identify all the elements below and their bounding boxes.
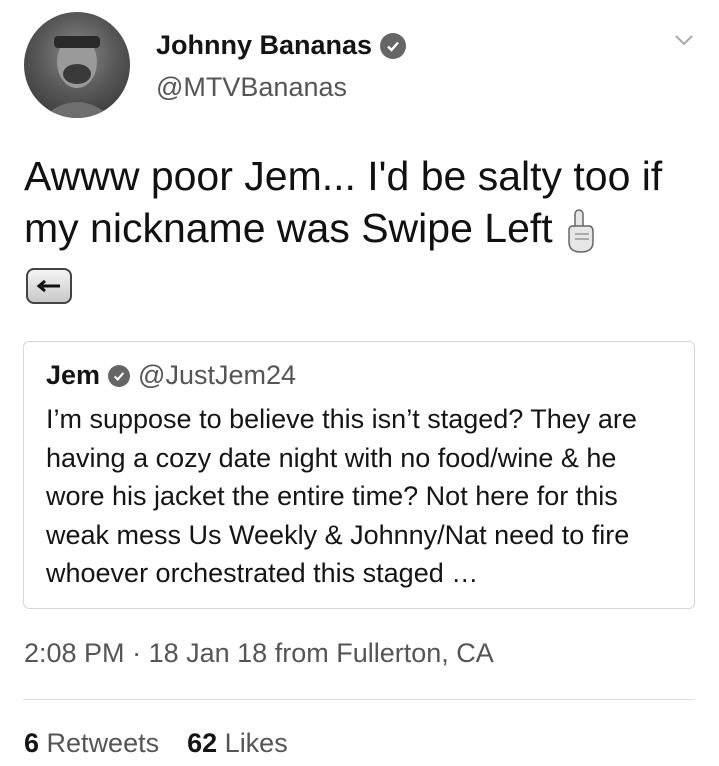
pointing-up-hand-emoji-icon bbox=[563, 208, 597, 254]
quoted-tweet-text: I’m suppose to believe this isn’t staged… bbox=[46, 404, 637, 588]
tweet-stats: 6 Retweets 62 Likes bbox=[24, 728, 288, 759]
verified-badge-icon bbox=[108, 364, 131, 387]
tweet-meta: 2:08 PM · 18 Jan 18 from Fullerton, CA bbox=[24, 638, 494, 669]
verified-badge-icon bbox=[380, 32, 407, 59]
quoted-tweet-card[interactable]: Jem @JustJem24 I’m suppose to believe th… bbox=[23, 341, 695, 609]
meta-separator: · bbox=[132, 638, 142, 668]
likes-count: 62 bbox=[187, 728, 218, 758]
author-name-row[interactable]: Johnny Bananas bbox=[156, 30, 407, 61]
author-handle[interactable]: @MTVBananas bbox=[156, 72, 347, 103]
tweet-time: 2:08 PM bbox=[24, 638, 125, 668]
retweets-count: 6 bbox=[24, 728, 40, 758]
quoted-tweet-header: Jem @JustJem24 bbox=[46, 360, 296, 391]
divider bbox=[23, 699, 695, 700]
tweet-location[interactable]: from Fullerton, CA bbox=[275, 638, 494, 668]
back-arrow-emoji-icon bbox=[26, 268, 72, 304]
chevron-down-icon[interactable] bbox=[672, 28, 696, 52]
author-display-name[interactable]: Johnny Bananas bbox=[156, 30, 372, 61]
quoted-author-name: Jem bbox=[46, 360, 101, 390]
retweets-stat[interactable]: 6 Retweets bbox=[24, 728, 159, 759]
avatar[interactable] bbox=[24, 12, 130, 118]
likes-label: Likes bbox=[224, 728, 288, 758]
avatar-image bbox=[42, 36, 112, 118]
quoted-author-handle: @JustJem24 bbox=[138, 360, 297, 390]
tweet-date: 18 Jan 18 bbox=[148, 638, 268, 668]
tweet-text: Awww poor Jem... I'd be salty too if my … bbox=[24, 150, 694, 254]
likes-stat[interactable]: 62 Likes bbox=[187, 728, 288, 759]
retweets-label: Retweets bbox=[46, 728, 160, 758]
